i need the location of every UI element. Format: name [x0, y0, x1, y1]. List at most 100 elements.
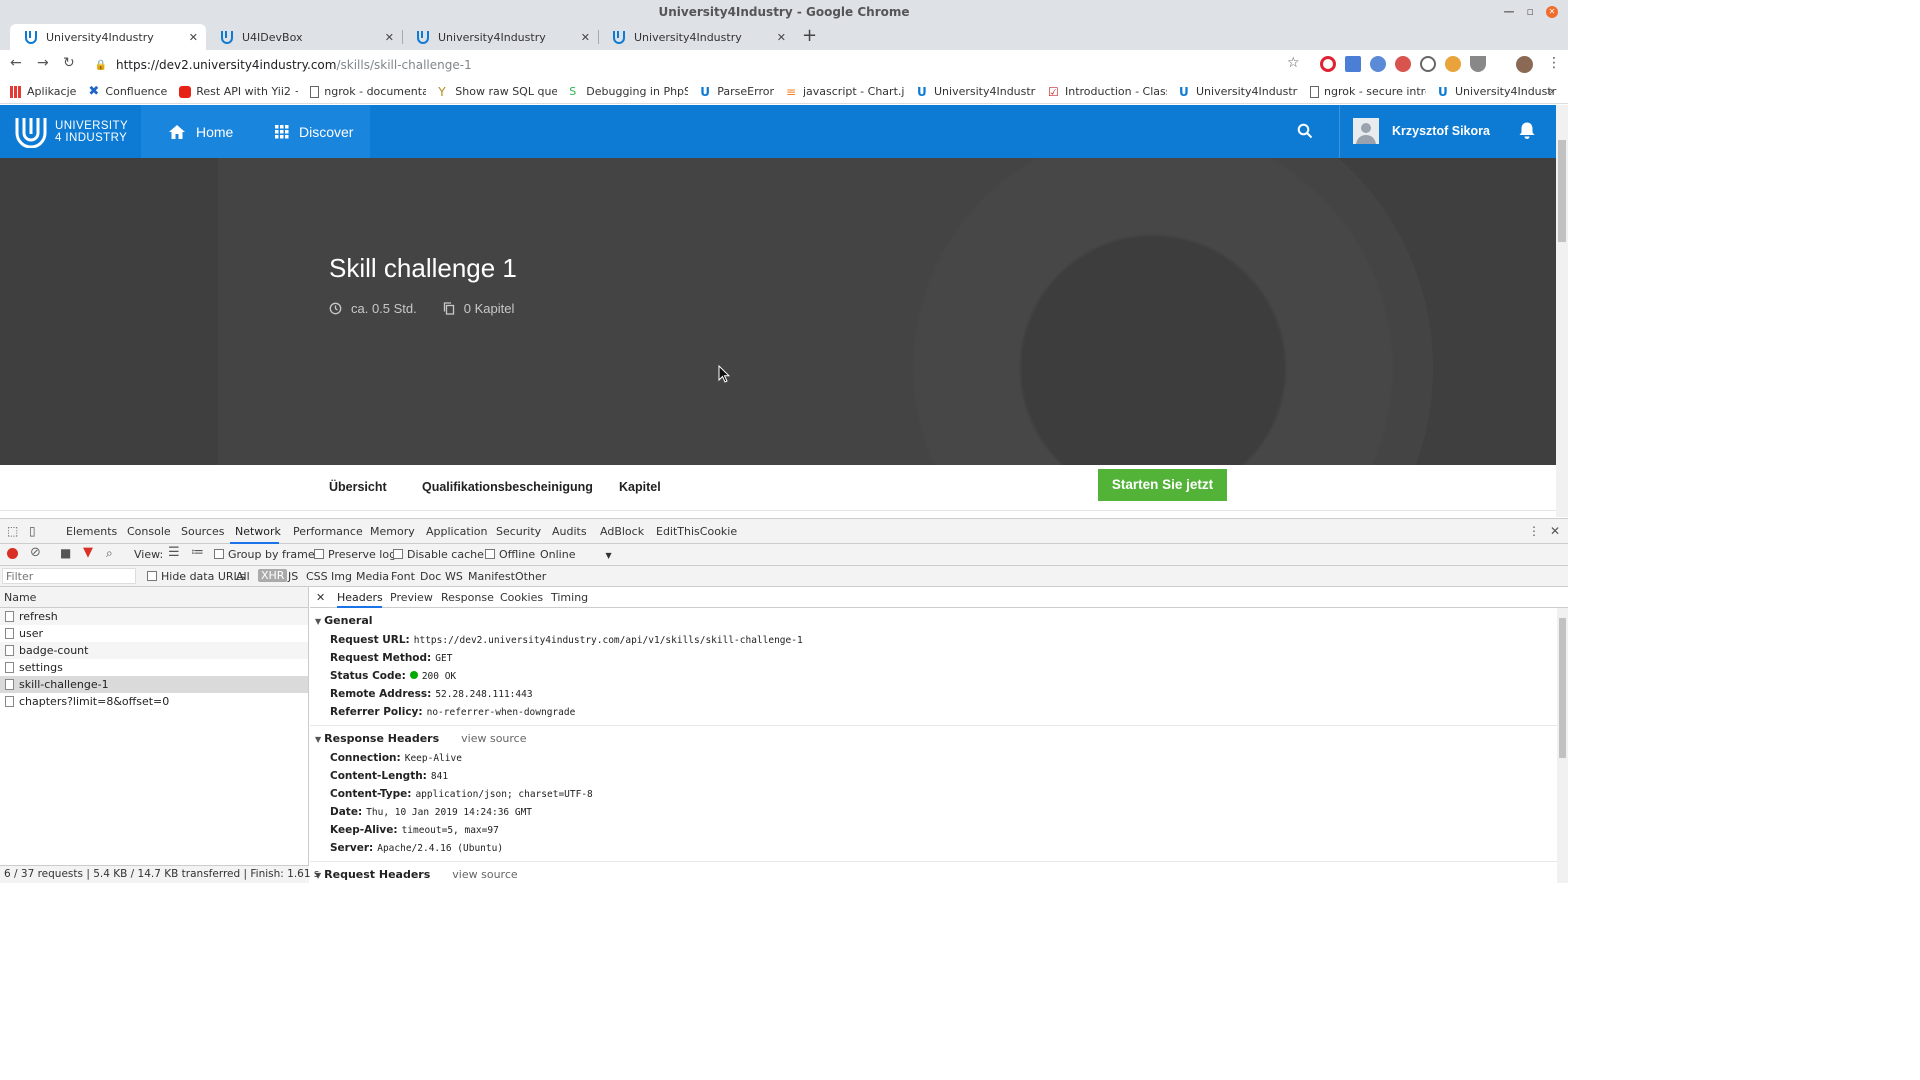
devtools-tab-security[interactable]: Security — [496, 525, 541, 538]
bookmark-item[interactable]: U University4Industry — [1179, 85, 1298, 98]
cookie-extension-icon[interactable] — [1445, 56, 1461, 72]
devtools-tab-application[interactable]: Application — [426, 525, 487, 538]
close-window-icon[interactable]: ✕ — [1546, 6, 1558, 18]
browser-tab-4[interactable]: University4Industry ✕ — [598, 24, 794, 50]
filter-type-other[interactable]: Other — [515, 570, 546, 583]
device-toolbar-icon[interactable]: ▯ — [29, 524, 36, 538]
offline-toggle[interactable]: Offline — [485, 548, 535, 561]
minimize-icon[interactable]: — — [1504, 0, 1515, 24]
checkbox[interactable] — [485, 549, 495, 559]
bookmark-item[interactable]: YShow raw SQL query — [438, 85, 557, 98]
site-logo[interactable]: UNIVERSITY 4 INDUSTRY — [14, 116, 128, 148]
bookmark-star-icon[interactable]: ☆ — [1287, 55, 1300, 71]
tab-close-icon[interactable]: ✕ — [777, 31, 786, 44]
filter-type-css[interactable]: CSS — [306, 570, 328, 583]
search-icon[interactable]: ⌕ — [106, 546, 113, 561]
large-rows-icon[interactable]: ☰ — [168, 545, 180, 560]
preserve-log-toggle[interactable]: Preserve log — [314, 548, 396, 561]
checkbox[interactable] — [214, 549, 224, 559]
bookmark-item[interactable]: ngrok - documentati — [310, 85, 426, 98]
devtools-tab-sources[interactable]: Sources — [181, 525, 225, 538]
throttling-select[interactable]: Online ▼ — [540, 548, 612, 561]
browser-tab-3[interactable]: University4Industry ✕ — [402, 24, 598, 50]
bookmarks-overflow-icon[interactable]: » — [1547, 84, 1554, 98]
tab-close-icon[interactable]: ✕ — [385, 31, 394, 44]
checkbox[interactable] — [147, 571, 157, 581]
user-avatar[interactable] — [1353, 118, 1379, 144]
filter-type-ws[interactable]: WS — [445, 570, 463, 583]
waterfall-icon[interactable]: ≔ — [191, 545, 204, 560]
tab-close-icon[interactable]: ✕ — [189, 31, 198, 44]
subnav-overview[interactable]: Übersicht — [329, 480, 387, 494]
bookmark-item[interactable]: ☑ Introduction - Classi — [1048, 85, 1167, 98]
view-source-link[interactable]: view source — [461, 732, 526, 745]
reload-icon[interactable]: ↻ — [63, 55, 75, 71]
inspect-element-icon[interactable]: ⬚ — [7, 524, 18, 538]
translate-extension-icon[interactable] — [1345, 56, 1361, 72]
close-detail-icon[interactable]: ✕ — [316, 591, 325, 604]
tab-close-icon[interactable]: ✕ — [581, 31, 590, 44]
devtools-tab-network[interactable]: Network — [235, 525, 281, 538]
browser-tab-2[interactable]: U4IDevBox ✕ — [206, 24, 402, 50]
bookmark-item[interactable]: Aplikacje — [10, 85, 76, 98]
filter-type-manifest[interactable]: Manifest — [468, 570, 515, 583]
filter-type-doc[interactable]: Doc — [420, 570, 441, 583]
detail-scrollbar-thumb[interactable] — [1559, 618, 1566, 758]
forward-arrow-icon[interactable]: → — [37, 55, 49, 71]
request-row[interactable]: settings — [0, 659, 308, 676]
devtools-menu-icon[interactable]: ⋮ — [1528, 524, 1540, 538]
bookmark-item[interactable]: S Debugging in PhpSt — [569, 85, 688, 98]
view-source-link[interactable]: view source — [452, 868, 517, 881]
tab-cookies[interactable]: Cookies — [500, 591, 543, 604]
tab-headers[interactable]: Headers — [337, 591, 383, 604]
page-scrollbar[interactable] — [1556, 105, 1568, 517]
filter-type-media[interactable]: Media — [356, 570, 389, 583]
bookmark-item[interactable]: ngrok - secure introspectable — [1309, 85, 1426, 98]
tab-preview[interactable]: Preview — [390, 591, 433, 604]
lock-icon[interactable]: 🔒 — [92, 60, 110, 71]
request-row-selected[interactable]: skill-challenge-1 — [0, 676, 308, 693]
bookmark-item[interactable]: U University4Industry — [917, 85, 1036, 98]
extension-icon[interactable] — [1370, 56, 1386, 72]
tab-timing[interactable]: Timing — [551, 591, 588, 604]
user-name[interactable]: Krzysztof Sikora — [1392, 124, 1490, 138]
column-header-name[interactable]: Name — [0, 587, 308, 608]
filter-type-font[interactable]: Font — [391, 570, 415, 583]
devtools-tab-audits[interactable]: Audits — [552, 525, 587, 538]
request-row[interactable]: user — [0, 625, 308, 642]
chrome-menu-icon[interactable]: ⋮ — [1547, 55, 1561, 71]
request-headers-section-header[interactable]: ▼ Request Headers view source — [315, 868, 1568, 882]
filter-input[interactable] — [2, 568, 136, 584]
new-tab-button[interactable]: + — [802, 26, 817, 46]
hide-data-urls-toggle[interactable]: Hide data URLs — [147, 570, 245, 583]
search-icon[interactable] — [1297, 123, 1313, 139]
extension-icon[interactable] — [1395, 56, 1411, 72]
opera-extension-icon[interactable] — [1320, 56, 1336, 72]
devtools-tab-console[interactable]: Console — [127, 525, 171, 538]
profile-avatar[interactable] — [1516, 56, 1533, 73]
bookmark-item[interactable]: ✖ Confluence — [88, 85, 167, 99]
request-row[interactable]: chapters?limit=8&offset=0 — [0, 693, 308, 710]
page-scrollbar-thumb[interactable] — [1558, 140, 1566, 242]
recycle-extension-icon[interactable] — [1420, 56, 1436, 72]
detail-scrollbar[interactable] — [1557, 608, 1568, 883]
browser-tab-1[interactable]: University4Industry ✕ — [10, 24, 206, 50]
checkbox[interactable] — [314, 549, 324, 559]
vue-devtools-icon[interactable] — [1470, 56, 1486, 72]
capture-screenshots-icon[interactable]: ■ — [60, 546, 71, 560]
devtools-tab-memory[interactable]: Memory — [370, 525, 415, 538]
bookmark-item[interactable]: ≡ javascript - Chart.js — [786, 85, 905, 98]
general-section-header[interactable]: ▼ General — [315, 614, 1568, 628]
checkbox[interactable] — [393, 549, 403, 559]
nav-home[interactable]: Home — [168, 105, 233, 158]
clear-icon[interactable]: ⊘ — [30, 545, 41, 560]
subnav-certificate[interactable]: Qualifikationsbescheinigung — [422, 480, 593, 494]
address-bar[interactable]: 🔒 https://dev2.university4industry.com/s… — [92, 53, 1312, 77]
response-headers-section-header[interactable]: ▼ Response Headers view source — [315, 732, 1568, 746]
bookmark-item[interactable]: U University4Industry — [1438, 85, 1557, 98]
bell-icon[interactable] — [1518, 121, 1536, 141]
filter-type-xhr[interactable]: XHR — [258, 569, 288, 582]
devtools-tab-editthiscookie[interactable]: EditThisCookie — [656, 525, 737, 538]
devtools-tab-adblock[interactable]: AdBlock — [600, 525, 644, 538]
bookmark-item[interactable]: Rest API with Yii2 + J — [179, 85, 298, 98]
